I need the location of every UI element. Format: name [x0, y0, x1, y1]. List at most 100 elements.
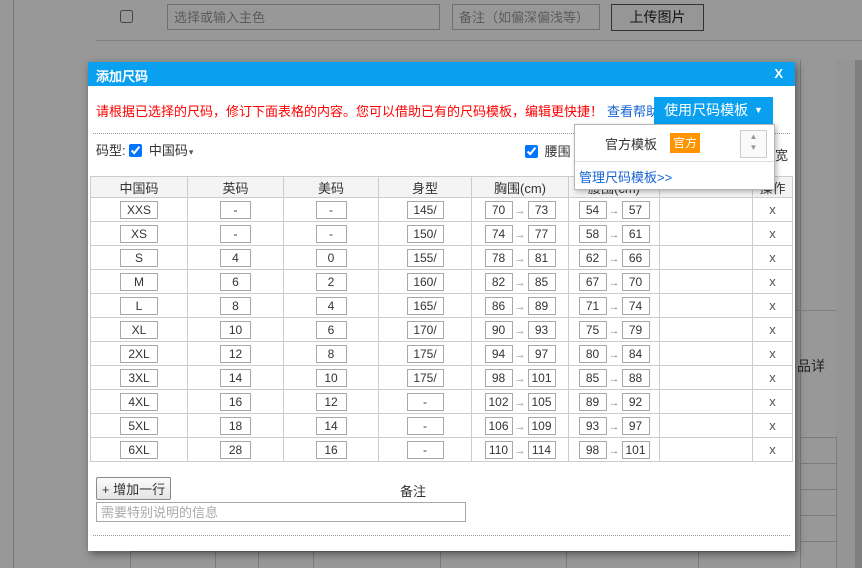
waist-to-input[interactable] — [622, 417, 650, 435]
uk-size-input[interactable] — [220, 441, 251, 459]
cn-size-input[interactable] — [120, 417, 158, 435]
waist-from-input[interactable] — [579, 345, 607, 363]
us-size-input[interactable] — [316, 321, 347, 339]
delete-row-button[interactable]: x — [769, 346, 776, 361]
bust-to-input[interactable] — [528, 297, 556, 315]
cn-size-input[interactable] — [120, 297, 158, 315]
china-size-label[interactable]: 中国码 — [149, 143, 188, 158]
bust-to-input[interactable] — [528, 369, 556, 387]
uk-size-input[interactable] — [220, 297, 251, 315]
waist-to-input[interactable] — [622, 225, 650, 243]
china-size-checkbox[interactable] — [129, 144, 142, 157]
waist-checkbox[interactable] — [525, 145, 538, 158]
bust-from-input[interactable] — [485, 321, 513, 339]
waist-to-input[interactable] — [622, 393, 650, 411]
close-icon[interactable]: X — [774, 66, 783, 81]
waist-from-input[interactable] — [579, 441, 607, 459]
waist-from-input[interactable] — [579, 369, 607, 387]
waist-to-input[interactable] — [622, 201, 650, 219]
view-help-link[interactable]: 查看帮助 — [607, 104, 659, 119]
uk-size-input[interactable] — [220, 273, 251, 291]
waist-from-input[interactable] — [579, 393, 607, 411]
body-type-input[interactable] — [407, 369, 444, 387]
waist-from-input[interactable] — [579, 417, 607, 435]
delete-row-button[interactable]: x — [769, 250, 776, 265]
delete-row-button[interactable]: x — [769, 274, 776, 289]
body-type-input[interactable] — [407, 249, 444, 267]
waist-to-input[interactable] — [622, 321, 650, 339]
delete-row-button[interactable]: x — [769, 298, 776, 313]
delete-row-button[interactable]: x — [769, 394, 776, 409]
uk-size-input[interactable] — [220, 417, 251, 435]
dropdown-scroll-spinner[interactable]: ▲ ▼ — [740, 130, 767, 158]
template-dropdown-item[interactable]: 官方模板 官方 ▲ ▼ — [575, 125, 774, 161]
body-type-input[interactable] — [407, 417, 444, 435]
waist-from-input[interactable] — [579, 225, 607, 243]
cn-size-input[interactable] — [120, 345, 158, 363]
bust-to-input[interactable] — [528, 393, 556, 411]
cn-size-input[interactable] — [120, 273, 158, 291]
cn-size-input[interactable] — [120, 321, 158, 339]
body-type-input[interactable] — [407, 273, 444, 291]
manage-templates-link[interactable]: 管理尺码模板>> — [579, 167, 672, 186]
cn-size-input[interactable] — [120, 369, 158, 387]
bust-to-input[interactable] — [528, 441, 556, 459]
bust-to-input[interactable] — [528, 345, 556, 363]
scroll-up-icon[interactable]: ▲ — [741, 131, 766, 142]
waist-from-input[interactable] — [579, 297, 607, 315]
bust-to-input[interactable] — [528, 249, 556, 267]
note-input[interactable] — [96, 502, 466, 522]
bust-from-input[interactable] — [485, 249, 513, 267]
bust-to-input[interactable] — [528, 225, 556, 243]
waist-from-input[interactable] — [579, 249, 607, 267]
us-size-input[interactable] — [316, 249, 347, 267]
bust-from-input[interactable] — [485, 441, 513, 459]
delete-row-button[interactable]: x — [769, 202, 776, 217]
use-size-template-button[interactable]: 使用尺码模板 ▼ — [654, 97, 773, 124]
us-size-input[interactable] — [316, 273, 347, 291]
cn-size-input[interactable] — [120, 441, 158, 459]
cn-size-input[interactable] — [120, 201, 158, 219]
uk-size-input[interactable] — [220, 345, 251, 363]
waist-from-input[interactable] — [579, 321, 607, 339]
delete-row-button[interactable]: x — [769, 418, 776, 433]
bust-from-input[interactable] — [485, 225, 513, 243]
us-size-input[interactable] — [316, 369, 347, 387]
bust-from-input[interactable] — [485, 393, 513, 411]
us-size-input[interactable] — [316, 441, 347, 459]
delete-row-button[interactable]: x — [769, 226, 776, 241]
waist-to-input[interactable] — [622, 441, 650, 459]
body-type-input[interactable] — [407, 201, 444, 219]
us-size-input[interactable] — [316, 201, 347, 219]
body-type-input[interactable] — [407, 225, 444, 243]
bust-from-input[interactable] — [485, 417, 513, 435]
body-type-input[interactable] — [407, 345, 444, 363]
waist-from-input[interactable] — [579, 201, 607, 219]
bust-from-input[interactable] — [485, 345, 513, 363]
us-size-input[interactable] — [316, 417, 347, 435]
us-size-input[interactable] — [316, 225, 347, 243]
body-type-input[interactable] — [407, 441, 444, 459]
bust-from-input[interactable] — [485, 297, 513, 315]
bust-to-input[interactable] — [528, 201, 556, 219]
body-type-input[interactable] — [407, 393, 444, 411]
uk-size-input[interactable] — [220, 225, 251, 243]
delete-row-button[interactable]: x — [769, 322, 776, 337]
bust-from-input[interactable] — [485, 369, 513, 387]
uk-size-input[interactable] — [220, 321, 251, 339]
us-size-input[interactable] — [316, 393, 347, 411]
waist-to-input[interactable] — [622, 345, 650, 363]
cn-size-input[interactable] — [120, 249, 158, 267]
uk-size-input[interactable] — [220, 201, 251, 219]
body-type-input[interactable] — [407, 321, 444, 339]
us-size-input[interactable] — [316, 297, 347, 315]
cn-size-input[interactable] — [120, 225, 158, 243]
official-template-label[interactable]: 官方模板 — [605, 134, 657, 153]
bust-to-input[interactable] — [528, 321, 556, 339]
uk-size-input[interactable] — [220, 369, 251, 387]
bust-to-input[interactable] — [528, 273, 556, 291]
us-size-input[interactable] — [316, 345, 347, 363]
waist-to-input[interactable] — [622, 249, 650, 267]
delete-row-button[interactable]: x — [769, 442, 776, 457]
body-type-input[interactable] — [407, 297, 444, 315]
